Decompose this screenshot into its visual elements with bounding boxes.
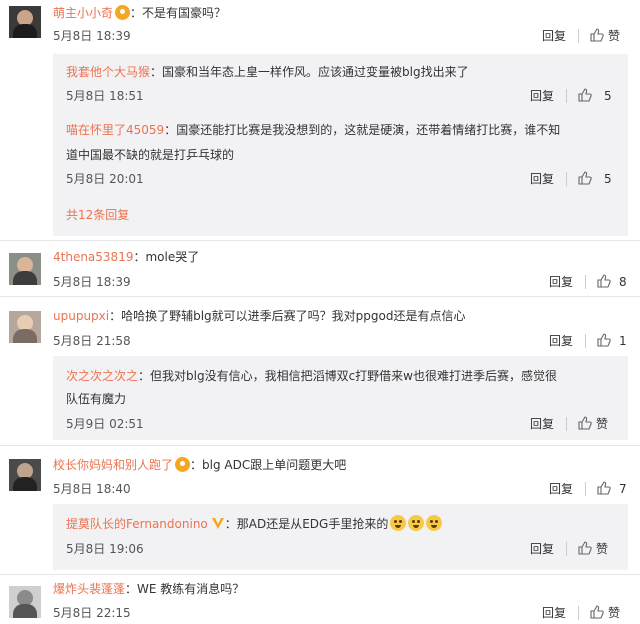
like-button[interactable]: 5	[578, 170, 612, 188]
divider	[566, 542, 567, 556]
verified-v-icon	[211, 518, 224, 529]
reply-text: ：国豪和当年态上皇一样作风。应该通过变量被blg找出来了	[150, 65, 469, 79]
reply-button[interactable]: 回复	[549, 273, 573, 291]
grin-emoji-icon	[426, 515, 443, 531]
reply-text-continued: 道中国最不缺的就是打乒乓球的	[66, 148, 235, 162]
like-label: 赞	[596, 542, 609, 556]
reply-button[interactable]: 回复	[530, 170, 554, 188]
like-label: 赞	[608, 606, 621, 620]
reply-button[interactable]: 回复	[530, 415, 554, 433]
thumbs-up-icon	[578, 541, 592, 555]
reply-list: 次之次之次之：但我对blg没有信心，我相信把滔博双c打野借来w也很难打进季后赛，…	[53, 356, 628, 440]
reply-list: 提莫队长的Fernandonino ：那AD还是从EDG手里抢来的 5月8日 19…	[53, 504, 628, 570]
divider	[578, 29, 579, 43]
timestamp: 5月8日 21:58	[53, 334, 131, 348]
comment-text: ：WE 教练有消息吗？	[125, 582, 245, 596]
avatar[interactable]	[9, 311, 41, 343]
username-link[interactable]: 喵在怀里了45059	[66, 123, 164, 137]
like-button[interactable]: 赞	[590, 604, 620, 622]
timestamp: 5月9日 02:51	[66, 417, 144, 431]
reply-button[interactable]: 回复	[549, 480, 573, 498]
timestamp: 5月8日 22:15	[53, 606, 131, 620]
username-link[interactable]: 次之次之次之	[66, 369, 138, 383]
like-button[interactable]: 8	[597, 273, 627, 291]
timestamp: 5月8日 18:39	[53, 29, 131, 43]
grin-emoji-icon	[390, 515, 407, 531]
username-link[interactable]: 4thena53819	[53, 250, 133, 264]
thumbs-up-icon	[578, 416, 592, 430]
comment-text: ：blg ADC跟上单问题更大吧	[190, 458, 347, 472]
like-count: 7	[619, 482, 627, 496]
reply-button[interactable]: 回复	[549, 332, 573, 350]
avatar[interactable]	[9, 6, 41, 38]
thumbs-up-icon	[578, 171, 592, 185]
username-link[interactable]: 爆炸头裴蓬蓬	[53, 582, 125, 596]
reply-button[interactable]: 回复	[530, 87, 554, 105]
like-button[interactable]: 1	[597, 332, 627, 350]
comment-text: ：哈哈换了野辅blg就可以进季后赛了吗？我对ppgod还是有点信心	[109, 309, 466, 323]
thumbs-up-icon	[578, 88, 592, 102]
divider	[0, 296, 640, 297]
divider	[566, 417, 567, 431]
thumbs-up-icon	[590, 605, 604, 619]
comment-text: ：不是有国豪吗？	[130, 6, 227, 20]
like-label: 赞	[596, 417, 609, 431]
divider	[566, 172, 567, 186]
avatar[interactable]	[9, 586, 41, 618]
timestamp: 5月8日 18:39	[53, 275, 131, 289]
like-label: 赞	[608, 29, 621, 43]
like-count: 5	[604, 172, 612, 186]
timestamp: 5月8日 18:51	[66, 89, 144, 103]
like-button[interactable]: 赞	[578, 415, 608, 433]
reply-text-continued: 队伍有魔力	[66, 392, 127, 406]
divider	[578, 606, 579, 620]
divider	[585, 275, 586, 289]
vip-badge-icon	[115, 5, 131, 20]
thumbs-up-icon	[597, 333, 611, 347]
divider	[566, 89, 567, 103]
like-button[interactable]: 7	[597, 480, 627, 498]
grin-emoji-icon	[408, 515, 425, 531]
divider	[585, 482, 586, 496]
more-replies-link[interactable]: 共12条回复	[66, 206, 129, 224]
reply-button[interactable]: 回复	[542, 604, 566, 622]
divider	[585, 334, 586, 348]
reply-list: 我套他个大马猴：国豪和当年态上皇一样作风。应该通过变量被blg找出来了 5月8日…	[53, 54, 628, 236]
reply-text: ：国豪还能打比赛是我没想到的，这就是硬演，还带着情绪打比赛，谁不知	[164, 123, 561, 137]
reply-button[interactable]: 回复	[542, 27, 566, 45]
thumbs-up-icon	[590, 28, 604, 42]
like-count: 8	[619, 275, 627, 289]
username-link[interactable]: 我套他个大马猴	[66, 65, 150, 79]
avatar[interactable]	[9, 253, 41, 285]
reply-text: ：但我对blg没有信心，我相信把滔博双c打野借来w也很难打进季后赛，感觉很	[138, 369, 557, 383]
timestamp: 5月8日 19:06	[66, 542, 144, 556]
comment-text: ：mole哭了	[133, 250, 200, 264]
like-count: 5	[604, 89, 612, 103]
divider	[0, 574, 640, 575]
username-link[interactable]: upupupxi	[53, 309, 109, 323]
username-link[interactable]: 校长你妈妈和别人跑了	[53, 458, 173, 472]
avatar[interactable]	[9, 459, 41, 491]
reply-button[interactable]: 回复	[530, 540, 554, 558]
username-link[interactable]: 萌主小小奇	[53, 6, 113, 20]
divider	[0, 240, 640, 241]
reply-text: ：那AD还是从EDG手里抢来的	[224, 517, 389, 531]
like-count: 1	[619, 334, 627, 348]
like-button[interactable]: 赞	[590, 27, 620, 45]
username-link[interactable]: 提莫队长的Fernandonino	[66, 517, 208, 531]
timestamp: 5月8日 18:40	[53, 482, 131, 496]
timestamp: 5月8日 20:01	[66, 172, 144, 186]
vip-badge-icon	[175, 457, 191, 472]
thumbs-up-icon	[597, 274, 611, 288]
thumbs-up-icon	[597, 481, 611, 495]
like-button[interactable]: 5	[578, 87, 612, 105]
like-button[interactable]: 赞	[578, 540, 608, 558]
divider	[0, 445, 640, 446]
